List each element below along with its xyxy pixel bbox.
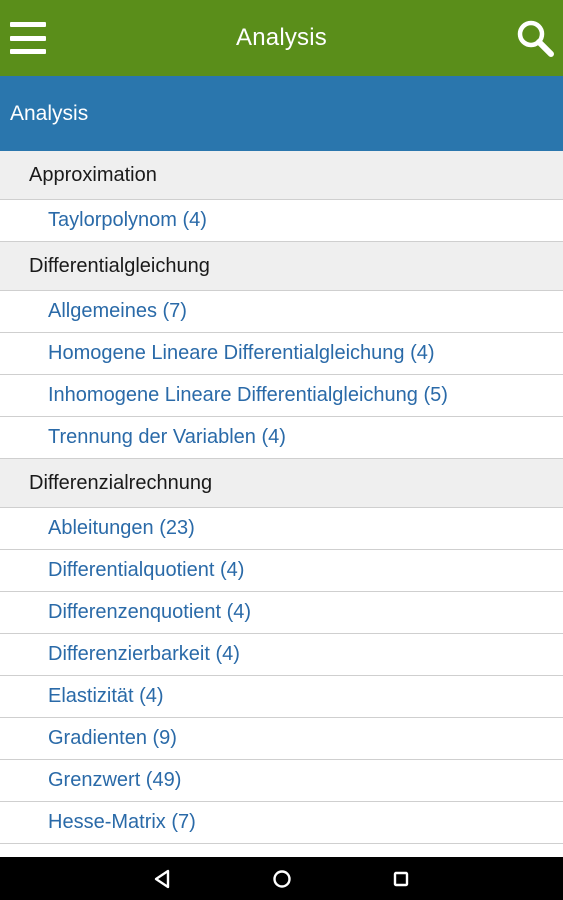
home-circle-icon[interactable] [269, 866, 295, 892]
system-navigation-bar [0, 857, 563, 900]
topic-list-item[interactable]: Hesse-Matrix (7) [0, 802, 563, 844]
topic-list-item[interactable]: Homogene Lineare Differentialgleichung (… [0, 333, 563, 375]
search-icon[interactable] [515, 18, 555, 58]
app-bar: Analysis [0, 0, 563, 76]
topic-list-item[interactable]: Elastizität (4) [0, 676, 563, 718]
topic-list-item[interactable]: Inhomogene Lineare Differentialgleichung… [0, 375, 563, 417]
app-bar-title: Analysis [236, 24, 327, 51]
recents-square-icon[interactable] [388, 866, 414, 892]
category-header: Approximation [0, 151, 563, 200]
category-header: Differenzialrechnung [0, 459, 563, 508]
topic-list-item[interactable]: Differentialquotient (4) [0, 550, 563, 592]
topic-list-item[interactable]: Taylorpolynom (4) [0, 200, 563, 242]
section-header: Analysis [0, 76, 563, 151]
back-triangle-icon[interactable] [150, 866, 176, 892]
topic-list: Approximation Taylorpolynom (4) Differenti… [0, 151, 563, 857]
category-header: Differentialgleichung [0, 242, 563, 291]
topic-list-item[interactable]: Allgemeines (7) [0, 291, 563, 333]
hamburger-menu-icon[interactable] [10, 22, 46, 54]
section-title: Analysis [10, 101, 89, 125]
topic-list-item[interactable]: Gradienten (9) [0, 718, 563, 760]
topic-list-item[interactable]: Differenzenquotient (4) [0, 592, 563, 634]
topic-list-item[interactable]: Ableitungen (23) [0, 508, 563, 550]
topic-list-item[interactable]: Grenzwert (49) [0, 760, 563, 802]
topic-list-item[interactable]: Differenzierbarkeit (4) [0, 634, 563, 676]
topic-list-item[interactable]: Trennung der Variablen (4) [0, 417, 563, 459]
